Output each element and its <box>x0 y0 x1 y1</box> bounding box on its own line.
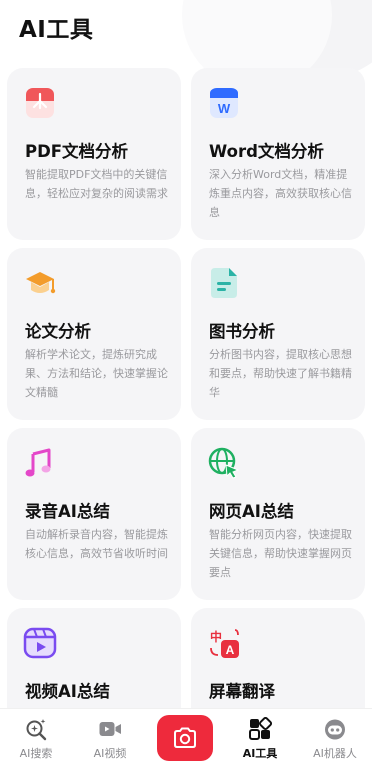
pdf-file-icon <box>23 86 57 120</box>
tool-card-word[interactable]: W Word文档分析 深入分析Word文档，精准提炼重点内容，高效获取核心信息 <box>191 68 365 240</box>
svg-text:中: 中 <box>210 629 222 644</box>
video-play-icon <box>23 626 57 660</box>
robot-icon <box>325 719 345 740</box>
tool-card-book[interactable]: 图书分析 分析图书内容，提取核心思想和要点，帮助快速了解书籍精华 <box>191 248 365 420</box>
book-doc-icon <box>207 266 241 300</box>
tab-ai-robot[interactable]: AI机器人 <box>305 717 365 761</box>
tool-title: 网页AI总结 <box>209 502 294 521</box>
tools-grid: PDF文档分析 智能提取PDF文档中的关键信息，轻松应对复杂的阅读需求 W Wo… <box>7 68 365 708</box>
tool-title: 论文分析 <box>25 322 91 341</box>
page-title: AI工具 <box>19 17 94 43</box>
tool-card-pdf[interactable]: PDF文档分析 智能提取PDF文档中的关键信息，轻松应对复杂的阅读需求 <box>7 68 181 240</box>
tool-title: 录音AI总结 <box>25 502 110 521</box>
tool-title: PDF文档分析 <box>25 142 129 161</box>
tool-card-web[interactable]: 网页AI总结 智能分析网页内容，快速提取关键信息，帮助快速掌握网页要点 <box>191 428 365 600</box>
tab-label: AI搜索 <box>19 747 53 760</box>
tool-description: 自动解析录音内容，智能提炼核心信息，高效节省收听时间 <box>25 528 168 560</box>
tab-ai-video[interactable]: AI视频 <box>80 717 140 761</box>
video-camera-icon <box>99 722 121 736</box>
graduation-cap-icon <box>23 266 57 300</box>
camera-icon <box>174 727 196 748</box>
tool-card-translate[interactable]: 中 A 屏幕翻译 <box>191 608 365 708</box>
grid-tools-icon <box>249 717 272 740</box>
bottom-tab-bar: AI搜索 AI视频 AI工具 AI机器人 <box>0 708 372 766</box>
tab-ai-search[interactable]: AI搜索 <box>6 717 66 761</box>
globe-cursor-icon <box>207 446 241 480</box>
tab-label: AI机器人 <box>313 747 357 760</box>
tool-description: 智能提取PDF文档中的关键信息，轻松应对复杂的阅读需求 <box>25 168 168 200</box>
tab-label: AI工具 <box>242 747 278 760</box>
tool-card-audio[interactable]: 录音AI总结 自动解析录音内容，智能提炼核心信息，高效节省收听时间 <box>7 428 181 600</box>
camera-button[interactable] <box>157 715 213 761</box>
translate-icon: 中 A <box>207 626 241 660</box>
svg-text:A: A <box>226 643 235 657</box>
tool-description: 解析学术论文，提炼研究成果、方法和结论，快速掌握论文精髓 <box>25 348 168 399</box>
tool-card-paper[interactable]: 论文分析 解析学术论文，提炼研究成果、方法和结论，快速掌握论文精髓 <box>7 248 181 420</box>
tool-title: 屏幕翻译 <box>209 682 275 701</box>
word-file-icon: W <box>207 86 241 120</box>
tool-description: 智能分析网页内容，快速提取关键信息，帮助快速掌握网页要点 <box>209 528 352 579</box>
svg-text:W: W <box>218 101 231 116</box>
tab-label: AI视频 <box>93 747 127 760</box>
tool-description: 分析图书内容，提取核心思想和要点，帮助快速了解书籍精华 <box>209 348 352 399</box>
music-note-icon <box>23 446 57 480</box>
tab-ai-tools[interactable]: AI工具 <box>230 717 290 761</box>
tool-title: 图书分析 <box>209 322 275 341</box>
tool-card-video[interactable]: 视频AI总结 <box>7 608 181 708</box>
tool-title: 视频AI总结 <box>25 682 110 701</box>
tool-title: Word文档分析 <box>209 142 324 161</box>
sparkle-search-icon <box>26 719 47 741</box>
tool-description: 深入分析Word文档，精准提炼重点内容，高效获取核心信息 <box>209 168 352 219</box>
